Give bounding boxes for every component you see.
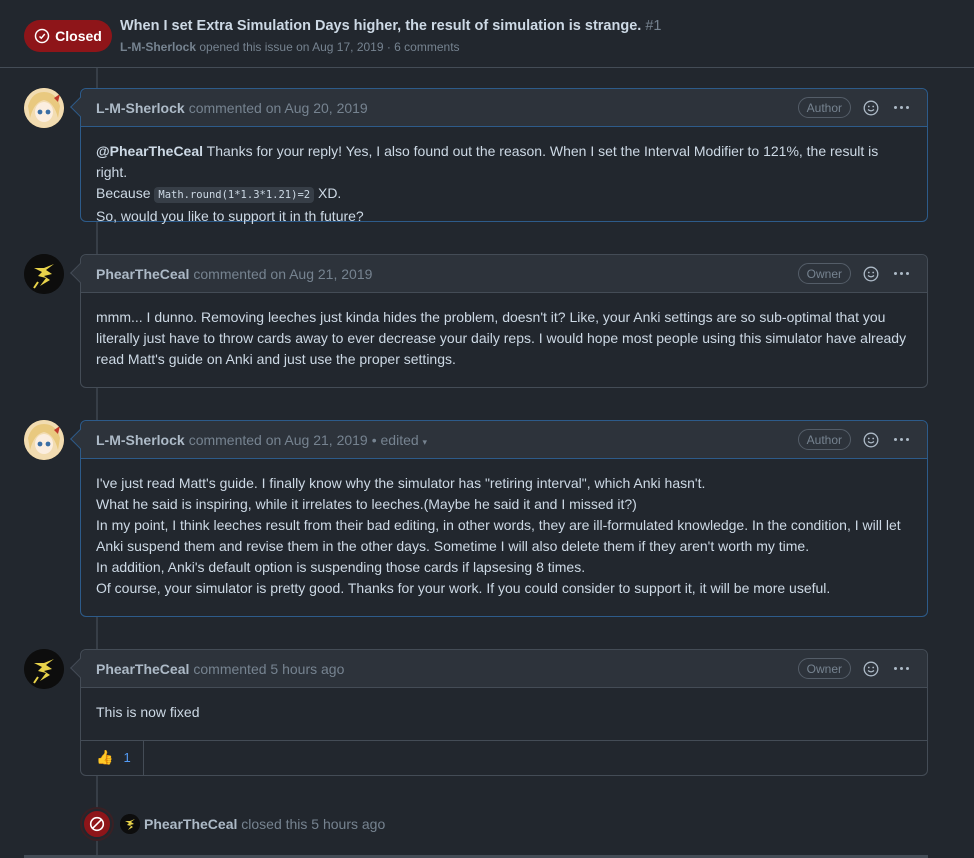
caret-down-icon: ▾ xyxy=(422,436,428,447)
issue-header: Closed When I set Extra Simulation Days … xyxy=(0,0,974,68)
issue-number: #1 xyxy=(645,18,662,34)
thumbs-up-reaction-button[interactable]: 👍 1 xyxy=(81,740,144,775)
closed-event-text: PhearTheCeal closed this 5 hours ago xyxy=(144,816,385,832)
anime-avatar-icon xyxy=(24,420,64,460)
comment-text: In addition, Anki's default option is su… xyxy=(96,559,586,575)
comment-header: PhearTheCeal commented on Aug 21, 2019 O… xyxy=(70,255,927,293)
add-reaction-icon[interactable] xyxy=(863,100,879,116)
comment-timestamp[interactable]: commented on Aug 20, 2019 xyxy=(189,100,368,116)
pikachu-avatar-icon xyxy=(24,254,64,294)
issue-title: When I set Extra Simulation Days higher,… xyxy=(120,18,661,34)
author-badge: Author xyxy=(797,429,851,450)
comment-text: Because xyxy=(96,185,155,201)
comment-timestamp[interactable]: commented on Aug 21, 2019 xyxy=(193,266,372,282)
comment-text: Thanks for your reply! Yes, I also found… xyxy=(96,143,879,180)
comment-card: L-M-Sherlock commented on Aug 20, 2019 A… xyxy=(70,88,928,224)
edited-label: • edited xyxy=(371,431,419,448)
comment-card: L-M-Sherlock commented on Aug 21, 2019 •… xyxy=(70,420,928,617)
comment-text: In my point, I think leeches result from… xyxy=(96,517,901,554)
add-reaction-icon[interactable] xyxy=(863,432,879,448)
user-mention[interactable]: @PhearTheCeal xyxy=(96,143,203,159)
comment-card: PhearTheCeal commented on Aug 21, 2019 O… xyxy=(70,254,928,388)
comment-timestamp[interactable]: commented 5 hours ago xyxy=(193,661,344,677)
issue-meta-text: opened this issue on Aug 17, 2019 · 6 co… xyxy=(199,40,460,54)
comment-author[interactable]: L-M-Sherlock xyxy=(96,432,185,448)
owner-badge: Owner xyxy=(797,263,851,284)
comment-author[interactable]: PhearTheCeal xyxy=(96,266,189,282)
comment-text: This is now fixed xyxy=(96,704,200,720)
issue-author-link[interactable]: L-M-Sherlock xyxy=(120,40,196,54)
comment-body: @PhearTheCeal Thanks for your reply! Yes… xyxy=(81,127,927,241)
comment-header: PhearTheCeal commented 5 hours ago Owner xyxy=(70,650,927,688)
comment-body: I've just read Matt's guide. I finally k… xyxy=(81,459,927,613)
kebab-menu-icon[interactable] xyxy=(894,272,909,275)
comment-author[interactable]: L-M-Sherlock xyxy=(96,100,185,116)
avatar[interactable] xyxy=(24,88,64,128)
closed-event-description: closed this 5 hours ago xyxy=(241,816,386,832)
circle-slash-icon xyxy=(89,816,105,832)
closed-event-actor[interactable]: PhearTheCeal xyxy=(144,816,237,832)
avatar[interactable] xyxy=(24,649,64,689)
inline-code: Math.round(1*1.3*1.21)=2 xyxy=(154,187,315,203)
avatar[interactable] xyxy=(120,814,140,834)
edited-dropdown[interactable]: • edited ▾ xyxy=(372,432,427,448)
avatar[interactable] xyxy=(24,420,64,460)
comment-pointer xyxy=(70,263,90,283)
kebab-menu-icon[interactable] xyxy=(894,438,909,441)
anime-avatar-icon xyxy=(24,88,64,128)
comment-text: I've just read Matt's guide. I finally k… xyxy=(96,475,706,491)
thumbs-up-icon: 👍 xyxy=(96,749,114,765)
add-reaction-icon[interactable] xyxy=(863,266,879,282)
comment-text: So, would you like to support it in th f… xyxy=(96,208,364,224)
add-reaction-icon[interactable] xyxy=(863,661,879,677)
pikachu-avatar-icon xyxy=(120,814,140,834)
comment-card: PhearTheCeal commented 5 hours ago Owner… xyxy=(70,649,928,776)
comment-text: Of course, your simulator is pretty good… xyxy=(96,580,831,596)
comment-text: mmm... I dunno. Removing leeches just ki… xyxy=(96,309,907,367)
closed-circle-icon xyxy=(34,28,50,44)
kebab-menu-icon[interactable] xyxy=(894,667,909,670)
issue-meta: L-M-Sherlock opened this issue on Aug 17… xyxy=(120,40,460,54)
comment-text: XD. xyxy=(314,185,342,201)
comment-pointer xyxy=(70,97,90,117)
comment-author[interactable]: PhearTheCeal xyxy=(96,661,189,677)
pikachu-avatar-icon xyxy=(24,649,64,689)
closed-state-badge: Closed xyxy=(24,20,112,52)
comment-text: What he said is inspiring, while it irre… xyxy=(96,496,637,512)
comment-header: L-M-Sherlock commented on Aug 21, 2019 •… xyxy=(70,421,927,459)
comment-body: This is now fixed xyxy=(81,688,927,740)
owner-badge: Owner xyxy=(797,658,851,679)
kebab-menu-icon[interactable] xyxy=(894,106,909,109)
comment-header: L-M-Sherlock commented on Aug 20, 2019 A… xyxy=(70,89,927,127)
closed-state-label: Closed xyxy=(55,28,102,44)
comment-body: mmm... I dunno. Removing leeches just ki… xyxy=(81,293,927,384)
comment-timestamp[interactable]: commented on Aug 21, 2019 xyxy=(189,432,368,448)
reaction-bar: 👍 1 xyxy=(81,740,927,775)
comment-pointer xyxy=(70,429,90,449)
avatar[interactable] xyxy=(24,254,64,294)
comment-pointer xyxy=(70,658,90,678)
issue-title-text: When I set Extra Simulation Days higher,… xyxy=(120,18,642,34)
author-badge: Author xyxy=(797,97,851,118)
closed-event: PhearTheCeal closed this 5 hours ago xyxy=(82,808,385,840)
reaction-count: 1 xyxy=(123,750,131,765)
closed-event-icon xyxy=(82,809,112,839)
